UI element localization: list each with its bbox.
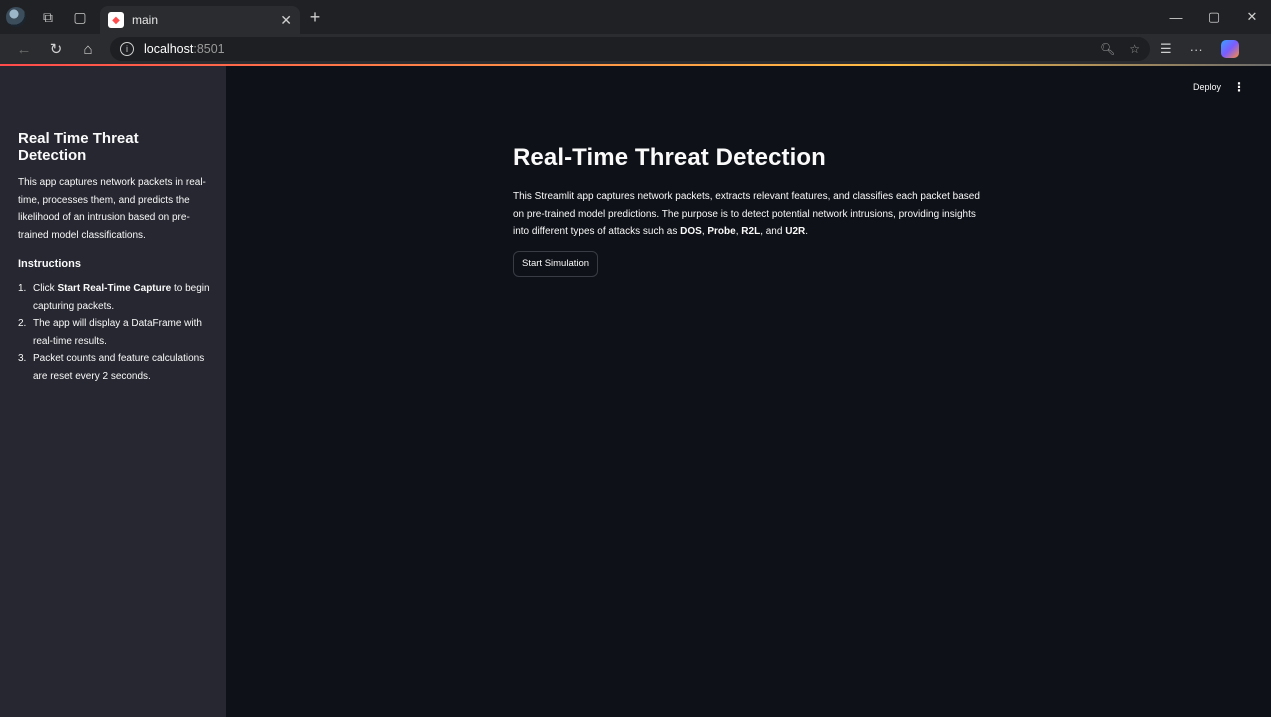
page-title: Real-Time Threat Detection [513, 144, 826, 171]
instruction-text: Packet counts and feature calculations a… [33, 353, 205, 382]
sidebar: Real Time Threat Detection This app capt… [0, 66, 226, 717]
instruction-text: The app will display a DataFrame with re… [33, 318, 202, 347]
tab-close-icon[interactable]: ✕ [280, 12, 292, 29]
page-description: This Streamlit app captures network pack… [513, 188, 983, 241]
instruction-item: 2. The app will display a DataFrame with… [18, 315, 210, 350]
instructions-list: 1. Click Start Real-Time Capture to begi… [18, 280, 210, 385]
instruction-bold: Start Real-Time Capture [57, 283, 172, 294]
main-content: Deploy ⋮ Real-Time Threat Detection This… [226, 66, 1271, 717]
profile-avatar [6, 7, 26, 27]
instruction-number: 3. [18, 353, 27, 364]
browser-titlebar: ⧉ ▢ ◆ main ✕ + — ▢ ✕ [0, 0, 1271, 34]
url-port: :8501 [193, 42, 225, 56]
attack-type-u2r: U2R [785, 226, 806, 237]
new-tab-button[interactable]: + [300, 0, 330, 34]
url-host: localhost [144, 42, 194, 56]
separator: , and [760, 226, 786, 237]
start-simulation-button[interactable]: Start Simulation [513, 250, 599, 277]
main-menu-icon[interactable]: ⋮ [1233, 80, 1245, 94]
back-arrow-icon[interactable]: ← [8, 35, 40, 63]
profile-button[interactable] [0, 0, 32, 34]
reload-icon[interactable]: ↻ [40, 35, 72, 63]
browser-tab[interactable]: ◆ main ✕ [100, 6, 300, 34]
instruction-number: 1. [18, 283, 27, 294]
window-controls: — ▢ ✕ [1157, 0, 1271, 34]
sidebar-description: This app captures network packets in rea… [18, 177, 206, 241]
workspaces-icon[interactable]: ⧉ [32, 0, 64, 34]
streamlit-favicon-icon: ◆ [108, 12, 124, 28]
favorites-list-icon[interactable]: ☰ [1160, 41, 1172, 57]
instruction-text: Click [33, 283, 58, 294]
site-info-icon[interactable]: i [120, 42, 134, 56]
instructions-heading: Instructions [18, 258, 81, 270]
browser-toolbar: ← ↻ ⌂ i localhost :8501 🔍︎ ☆ ☰ ··· [0, 34, 1271, 64]
address-bar[interactable]: i localhost :8501 🔍︎ ☆ [110, 37, 1150, 61]
deploy-button[interactable]: Deploy [1193, 82, 1221, 92]
instruction-item: 3. Packet counts and feature calculation… [18, 350, 210, 385]
instruction-number: 2. [18, 318, 27, 329]
close-window-icon[interactable]: ✕ [1233, 0, 1271, 34]
attack-type-probe: Probe [707, 226, 736, 237]
attack-type-r2l: R2L [741, 226, 761, 237]
minimize-icon[interactable]: — [1157, 0, 1195, 34]
attack-type-dos: DOS [680, 226, 702, 237]
restore-icon[interactable]: ▢ [1195, 0, 1233, 34]
home-icon[interactable]: ⌂ [72, 35, 104, 63]
zoom-icon[interactable]: 🔍︎ [1100, 42, 1115, 56]
period: . [805, 226, 809, 237]
content-block: Real-Time Threat Detection This Streamli… [513, 144, 983, 277]
sidebar-title: Real Time Threat Detection [18, 130, 139, 164]
tab-actions-icon[interactable]: ▢ [64, 0, 96, 34]
instruction-item: 1. Click Start Real-Time Capture to begi… [18, 280, 210, 315]
tab-title: main [132, 13, 159, 27]
copilot-icon[interactable] [1220, 40, 1239, 58]
favorite-star-icon[interactable]: ☆ [1129, 42, 1140, 56]
more-options-icon[interactable]: ··· [1190, 42, 1203, 57]
